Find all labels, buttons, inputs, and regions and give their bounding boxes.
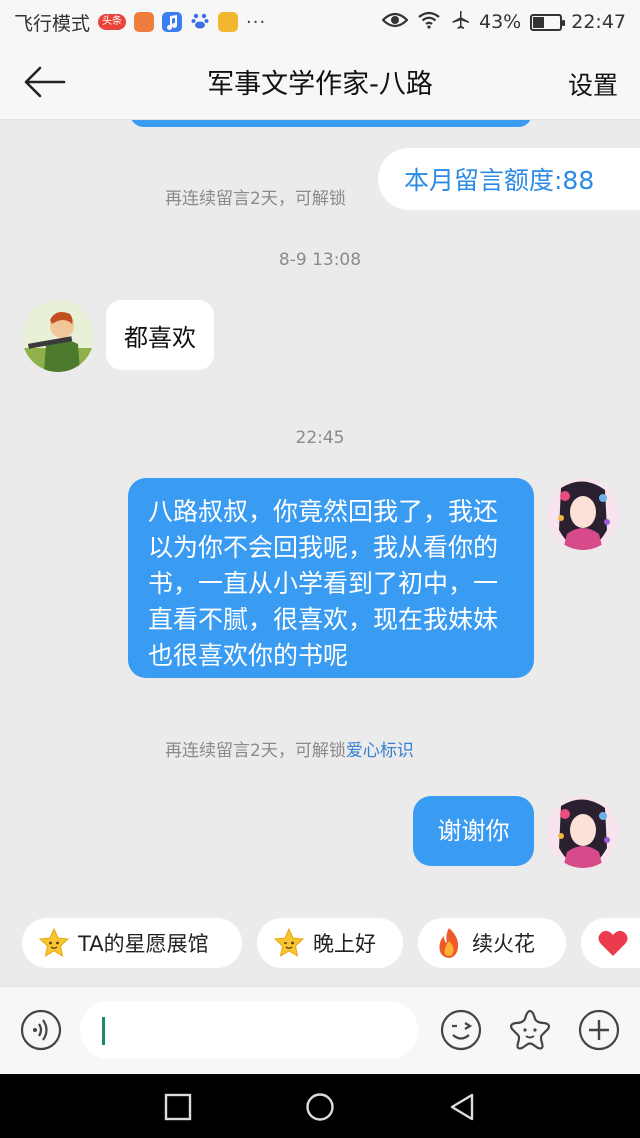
back-button[interactable] bbox=[20, 60, 72, 104]
quick-reply-chip[interactable] bbox=[581, 918, 640, 968]
star-sticker-icon bbox=[510, 1009, 550, 1050]
battery-icon bbox=[530, 13, 566, 31]
incoming-message-bubble[interactable]: 都喜欢 bbox=[106, 300, 214, 370]
timestamp: 22:45 bbox=[295, 428, 345, 448]
outgoing-message-text: 谢谢你 bbox=[437, 817, 510, 845]
timestamp: 8-9 13:08 bbox=[278, 250, 362, 270]
fire-icon bbox=[439, 928, 459, 958]
recents-button[interactable] bbox=[163, 1092, 193, 1122]
streak-hint-top: 再连续留言2天，可解锁 bbox=[165, 184, 346, 209]
page-title: 军事文学作家-八路 bbox=[207, 69, 433, 100]
contact-avatar[interactable] bbox=[22, 300, 94, 372]
streak-hint-bottom: 再连续留言2天，可解锁爱心标识 bbox=[165, 736, 414, 761]
music-notification-icon bbox=[162, 12, 183, 32]
eye-icon bbox=[381, 11, 409, 34]
news-badge: 头条 bbox=[98, 14, 127, 30]
star-wink-icon bbox=[273, 927, 305, 957]
sticker-button[interactable] bbox=[508, 1009, 550, 1051]
battery-percent: 43% bbox=[479, 11, 522, 33]
outgoing-message-text: 八路叔叔，你竟然回我了，我还以为你不会回我呢，我从看你的书，一直从小学看到了初中… bbox=[148, 497, 499, 670]
message-quota-tag[interactable]: 本月留言额度:88 bbox=[378, 148, 640, 210]
baidu-notification-icon bbox=[190, 10, 210, 35]
airplane-mode-label: 飞行模式 bbox=[14, 12, 91, 35]
my-avatar[interactable] bbox=[547, 478, 619, 550]
status-right: 43% 22:47 bbox=[381, 10, 626, 35]
quick-reply-chip[interactable]: 续火花 bbox=[418, 918, 566, 968]
incoming-message-text: 都喜欢 bbox=[124, 323, 196, 352]
my-avatar[interactable] bbox=[547, 796, 619, 868]
outgoing-message-bubble[interactable]: 八路叔叔，你竟然回我了，我还以为你不会回我呢，我从看你的书，一直从小学看到了初中… bbox=[128, 478, 534, 678]
home-button[interactable] bbox=[305, 1092, 335, 1122]
quick-reply-chip[interactable]: TA的星愿展馆 bbox=[22, 918, 242, 968]
more-button[interactable] bbox=[578, 1009, 620, 1051]
voice-button[interactable] bbox=[20, 1009, 62, 1051]
quick-reply-chip[interactable]: 晚上好 bbox=[257, 918, 403, 968]
message-input[interactable] bbox=[80, 1001, 418, 1059]
message-list[interactable]: 再连续留言2天，可解锁 本月留言额度:88 8-9 13:08 都喜欢 22:4… bbox=[0, 120, 640, 910]
quick-reply-label: TA的星愿展馆 bbox=[78, 932, 209, 956]
star-face-icon bbox=[38, 927, 70, 957]
app-notification-icon bbox=[134, 12, 155, 32]
streak-hint-text: 再连续留言2天，可解锁 bbox=[165, 741, 346, 761]
wifi-icon bbox=[417, 11, 441, 34]
text-caret bbox=[102, 1017, 105, 1045]
title-bar: 军事文学作家-八路 设置 bbox=[0, 44, 640, 120]
settings-button[interactable]: 设置 bbox=[568, 66, 618, 102]
heart-icon bbox=[598, 930, 628, 956]
back-triangle-icon bbox=[450, 1093, 474, 1121]
streak-hint-text: 再连续留言2天，可解锁 bbox=[165, 189, 346, 209]
folder-notification-icon bbox=[218, 12, 239, 32]
status-bar: 飞行模式 头条 ··· 43% 22:47 bbox=[0, 0, 640, 44]
status-left: 飞行模式 头条 ··· bbox=[14, 9, 266, 36]
more-notifications-icon: ··· bbox=[246, 11, 267, 33]
airplane-icon bbox=[450, 10, 470, 35]
emoji-button[interactable] bbox=[440, 1009, 482, 1051]
quick-reply-bar: TA的星愿展馆 晚上好 续火花 bbox=[0, 918, 640, 974]
heart-badge-link[interactable]: 爱心标识 bbox=[346, 741, 414, 761]
chat-screen: 飞行模式 头条 ··· 43% 22:47 军事文学作家-八路 设置 再连续留言… bbox=[0, 0, 640, 1138]
emoji-icon bbox=[440, 1009, 482, 1051]
clock: 22:47 bbox=[571, 11, 626, 33]
outgoing-message-bubble[interactable]: 谢谢你 bbox=[413, 796, 534, 866]
arrow-left-icon bbox=[24, 66, 66, 98]
plus-icon bbox=[578, 1009, 620, 1051]
back-nav-button[interactable] bbox=[447, 1092, 477, 1122]
recents-square-icon bbox=[164, 1093, 192, 1121]
quick-reply-label: 续火花 bbox=[472, 932, 535, 956]
previous-message-bubble[interactable] bbox=[130, 120, 532, 127]
quick-reply-label: 晚上好 bbox=[313, 932, 376, 956]
home-circle-icon bbox=[306, 1093, 334, 1121]
voice-icon bbox=[20, 1009, 62, 1051]
system-nav-bar bbox=[0, 1074, 640, 1138]
input-bar bbox=[0, 986, 640, 1074]
